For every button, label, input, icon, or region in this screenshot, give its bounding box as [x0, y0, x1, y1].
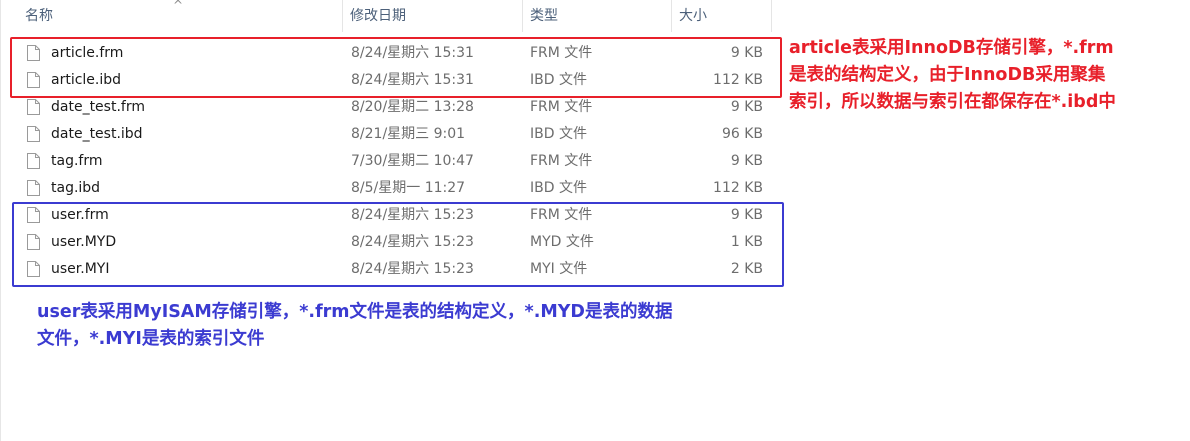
annotation-line: article表采用InnoDB存储引擎，*.frm	[789, 38, 1114, 58]
file-name: tag.ibd	[51, 180, 101, 196]
annotation-line: 是表的结构定义，由于InnoDB采用聚集	[789, 65, 1106, 85]
file-row[interactable]: date_test.frm 8/20/星期二 13:28 FRM 文件 9 KB	[0, 94, 775, 121]
file-size: 112 KB	[713, 180, 763, 196]
file-row[interactable]: tag.frm 7/30/星期二 10:47 FRM 文件 9 KB	[0, 148, 775, 175]
column-header-modified[interactable]: 修改日期	[342, 0, 522, 32]
file-type: FRM 文件	[530, 99, 593, 115]
annotation-line: user表采用MyISAM存储引擎，*.frm文件是表的结构定义，*.MYD是表…	[37, 302, 673, 322]
file-modified: 7/30/星期二 10:47	[351, 153, 474, 169]
document-icon	[27, 126, 40, 142]
file-name: date_test.ibd	[51, 126, 143, 142]
myisam-highlight-box	[12, 202, 784, 287]
annotation-line: 索引，所以数据与索引在都保存在*.ibd中	[789, 92, 1116, 112]
file-modified: 8/5/星期一 11:27	[351, 180, 466, 196]
file-row[interactable]: tag.ibd 8/5/星期一 11:27 IBD 文件 112 KB	[0, 175, 775, 202]
myisam-annotation: user表采用MyISAM存储引擎，*.frm文件是表的结构定义，*.MYD是表…	[37, 299, 797, 353]
file-type: FRM 文件	[530, 153, 593, 169]
document-icon	[27, 180, 40, 196]
file-name: date_test.frm	[51, 99, 145, 115]
file-name: tag.frm	[51, 153, 103, 169]
file-size: 96 KB	[721, 126, 763, 142]
innodb-annotation: article表采用InnoDB存储引擎，*.frm 是表的结构定义，由于Inn…	[789, 35, 1184, 116]
annotation-line: 文件，*.MYI是表的索引文件	[37, 329, 265, 349]
column-header-size[interactable]: 大小	[671, 0, 771, 32]
column-header: 名称 ^ 修改日期 类型 大小	[0, 0, 775, 32]
column-divider[interactable]	[771, 0, 772, 32]
column-header-type[interactable]: 类型	[522, 0, 672, 32]
document-icon	[27, 153, 40, 169]
sort-ascending-icon: ^	[173, 0, 184, 12]
file-size: 9 KB	[730, 99, 763, 115]
innodb-highlight-box	[10, 37, 782, 98]
file-size: 9 KB	[730, 153, 763, 169]
file-row[interactable]: date_test.ibd 8/21/星期三 9:01 IBD 文件 96 KB	[0, 121, 775, 148]
file-type: IBD 文件	[530, 126, 587, 142]
file-type: IBD 文件	[530, 180, 587, 196]
document-icon	[27, 99, 40, 115]
file-modified: 8/21/星期三 9:01	[351, 126, 466, 142]
file-modified: 8/20/星期二 13:28	[351, 99, 474, 115]
